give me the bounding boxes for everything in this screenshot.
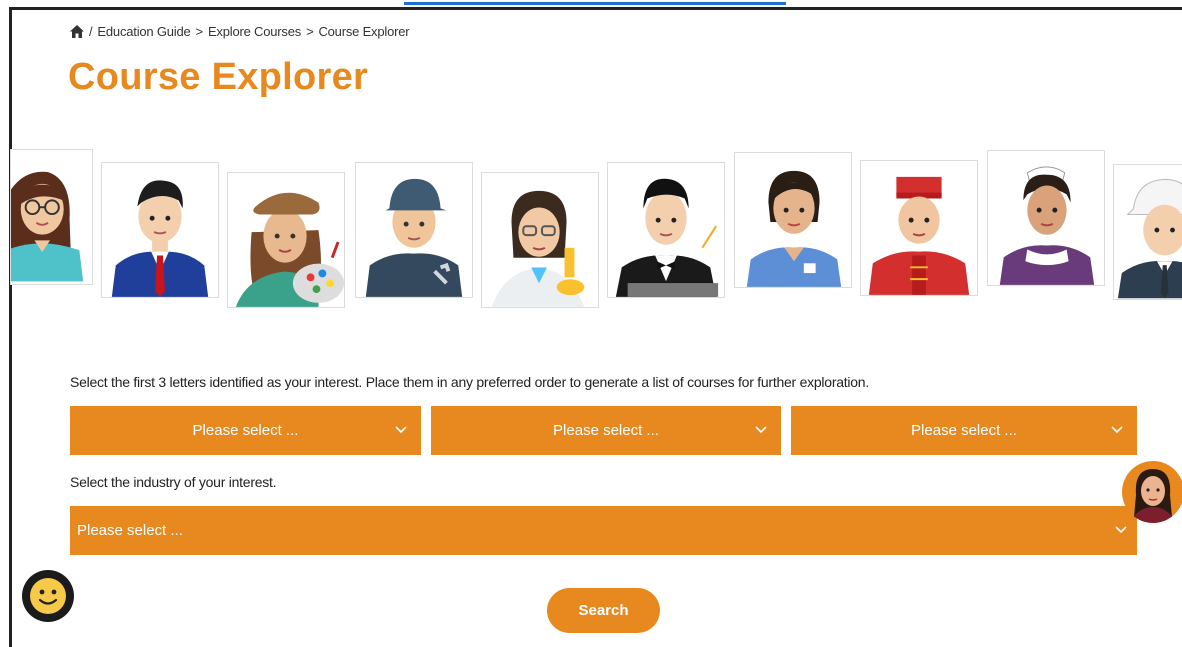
breadcrumb-separator: /	[89, 24, 93, 39]
avatar-housekeeper	[987, 150, 1105, 286]
industry-instruction: Select the industry of your interest.	[70, 474, 277, 490]
breadcrumb-education-guide[interactable]: Education Guide	[97, 24, 190, 39]
avatar-nurse	[734, 152, 852, 288]
avatar-waiter	[607, 162, 725, 298]
woman-with-glasses-icon	[11, 171, 84, 282]
avatar-scientist	[481, 172, 599, 308]
interest-select-3[interactable]: Please select ...	[791, 406, 1137, 455]
businessman-icon	[111, 180, 209, 297]
chevron-down-icon	[1115, 526, 1127, 534]
avatar-artist	[227, 172, 345, 308]
avatar-businessman	[101, 162, 219, 298]
scientist-icon	[491, 190, 585, 307]
industry-select[interactable]: Please select ...	[70, 506, 1137, 555]
feedback-smiley-button[interactable]	[22, 570, 74, 622]
chat-assistant-avatar[interactable]	[1122, 461, 1182, 523]
waiter-icon	[615, 178, 719, 297]
industry-select-value: Please select ...	[77, 522, 183, 539]
interest-select-1[interactable]: Please select ...	[70, 406, 421, 455]
avatar-woman-with-glasses	[10, 149, 93, 285]
interest-select-1-value: Please select ...	[192, 422, 299, 439]
mechanic-icon	[365, 178, 463, 297]
avatar-engineer	[1113, 164, 1182, 300]
artist-icon	[235, 192, 344, 307]
breadcrumb-course-explorer: Course Explorer	[318, 24, 410, 39]
breadcrumb-explore-courses[interactable]: Explore Courses	[208, 24, 301, 39]
breadcrumb-arrow: >	[195, 24, 204, 39]
avatar-mechanic	[355, 162, 473, 298]
home-icon[interactable]	[70, 25, 84, 38]
breadcrumb-arrow: >	[306, 24, 314, 39]
engineer-icon	[1117, 178, 1182, 299]
page-title: Course Explorer	[68, 56, 369, 98]
assistant-avatar-icon	[1130, 469, 1176, 523]
nurse-icon	[746, 170, 842, 287]
interest-select-2-value: Please select ...	[553, 422, 659, 439]
chevron-down-icon	[1111, 426, 1123, 434]
chevron-down-icon	[755, 426, 767, 434]
interest-select-2[interactable]: Please select ...	[431, 406, 781, 455]
search-button[interactable]: Search	[547, 588, 660, 633]
avatar-bellhop	[860, 160, 978, 296]
interest-instruction: Select the first 3 letters identified as…	[70, 374, 869, 390]
breadcrumb: / Education Guide > Explore Courses > Co…	[70, 24, 410, 39]
bellhop-icon	[868, 176, 970, 295]
housekeeper-icon	[999, 166, 1095, 285]
smiley-icon	[30, 578, 66, 614]
interest-select-3-value: Please select ...	[911, 422, 1017, 439]
chevron-down-icon	[395, 426, 407, 434]
top-link-underline	[404, 2, 786, 5]
